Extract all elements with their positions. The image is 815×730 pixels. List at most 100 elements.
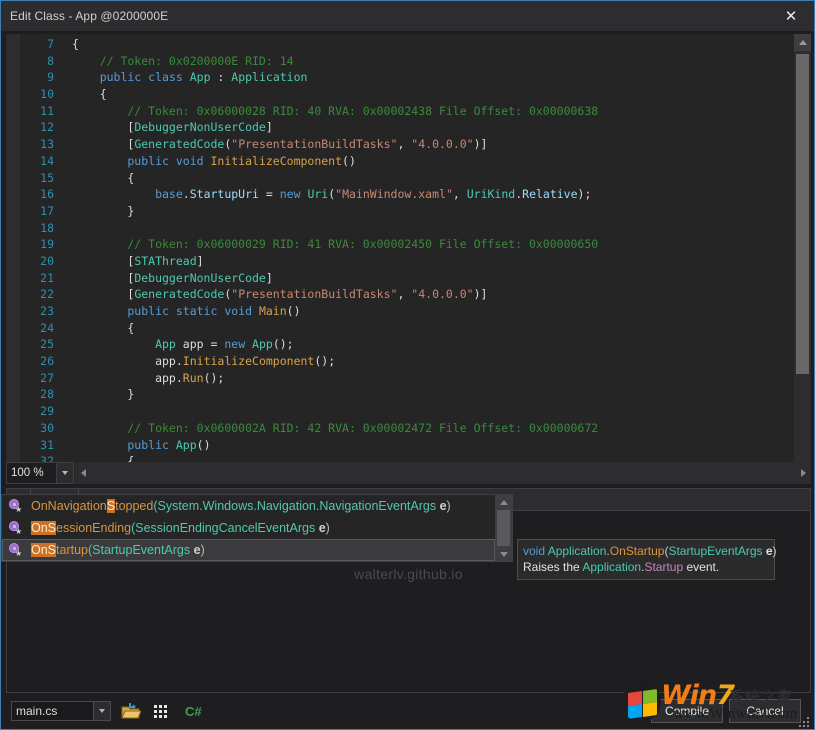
tooltip-param-type: StartupEventArgs [668, 544, 762, 558]
code-token: App [252, 337, 273, 351]
code-surface[interactable]: 7{8 // Token: 0x0200000E RID: 149 public… [20, 34, 794, 462]
code-token: = [259, 187, 280, 201]
code-token: public [72, 154, 176, 168]
cancel-button[interactable]: Cancel [729, 699, 801, 723]
code-token: App [190, 70, 218, 84]
code-token: app [183, 337, 211, 351]
code-token: Main [259, 304, 287, 318]
code-token: } [72, 204, 134, 218]
code-token: "PresentationBuildTasks" [231, 287, 397, 301]
line-number: 13 [20, 136, 54, 153]
intellisense-popup[interactable]: ★ OnNavigationStopped(System.Windows.Navi… [1, 494, 513, 562]
name-match: OnS [31, 521, 56, 535]
code-token: ] [197, 254, 204, 268]
line-number: 12 [20, 119, 54, 136]
scroll-thumb[interactable] [497, 510, 510, 546]
scroll-thumb[interactable] [796, 54, 809, 374]
code-token: InitializeComponent [183, 354, 315, 368]
code-token: // Token: 0x0600002A RID: 42 RVA: 0x0000… [72, 421, 598, 435]
code-line: 24 { [20, 320, 794, 337]
language-label: C# [185, 704, 202, 719]
zoom-level-combo[interactable]: 100 % [6, 462, 74, 484]
code-token: Run [183, 371, 204, 385]
completion-method-name: OnNavigationStopped [31, 499, 153, 513]
code-token: [ [72, 287, 134, 301]
method-icon: ★ [7, 520, 23, 536]
tooltip-owner-type: Application [548, 544, 607, 558]
code-lines: 7{8 // Token: 0x0200000E RID: 149 public… [20, 34, 794, 462]
completion-param-type: (StartupEventArgs [88, 543, 190, 557]
line-number: 31 [20, 437, 54, 454]
close-icon[interactable]: ✕ [768, 1, 814, 31]
name-suffix: tartup [56, 543, 88, 557]
scroll-left-icon[interactable] [75, 462, 91, 484]
completion-list[interactable]: ★ OnNavigationStopped(System.Windows.Navi… [2, 495, 495, 561]
code-token: , [453, 187, 467, 201]
line-number: 32 [20, 453, 54, 462]
completion-item[interactable]: ★OnSessionEnding(SessionEndingCancelEven… [2, 517, 495, 539]
code-token: app [72, 371, 176, 385]
compile-button[interactable]: Compile [651, 699, 723, 723]
line-number: 28 [20, 386, 54, 403]
code-token: public [72, 70, 148, 84]
code-token: . [176, 371, 183, 385]
completion-item-label: OnNavigationStopped(System.Windows.Navig… [31, 499, 451, 513]
code-token: void [176, 154, 211, 168]
grid-icon[interactable] [151, 700, 173, 722]
code-token: )] [474, 287, 488, 301]
code-token: (); [204, 371, 225, 385]
code-editor[interactable]: 7{8 // Token: 0x0200000E RID: 149 public… [6, 34, 811, 462]
line-number: 15 [20, 170, 54, 187]
scroll-right-icon[interactable] [795, 462, 811, 484]
code-token: () [342, 154, 356, 168]
editor-status-bar: 100 % [6, 462, 811, 484]
code-token: [ [72, 271, 134, 285]
code-token: STAThread [134, 254, 196, 268]
tooltip-desc-type: Application [582, 560, 641, 574]
line-number: 24 [20, 320, 54, 337]
scroll-down-icon[interactable] [495, 547, 512, 561]
code-token: () [287, 304, 301, 318]
completion-item[interactable]: ★OnStartup(StartupEventArgs e) [2, 539, 495, 561]
code-token: class [148, 70, 190, 84]
line-number: 9 [20, 69, 54, 86]
code-token: , [397, 137, 411, 151]
code-token: DebuggerNonUserCode [134, 120, 266, 134]
line-number: 17 [20, 203, 54, 220]
line-number: 29 [20, 403, 54, 420]
completion-param-name: e [436, 499, 446, 513]
line-number: 25 [20, 336, 54, 353]
file-name-combo[interactable]: main.cs [11, 701, 111, 721]
code-token: app [72, 354, 176, 368]
code-token: Relative [522, 187, 577, 201]
code-token: public [72, 304, 176, 318]
chevron-down-icon[interactable] [56, 463, 73, 483]
code-line: 29 [20, 403, 794, 420]
tooltip-method-name: OnStartup [610, 544, 665, 558]
line-number: 21 [20, 270, 54, 287]
completion-method-name: OnSessionEnding [31, 521, 131, 535]
name-suffix: essionEnding [56, 521, 131, 535]
code-token: Application [231, 70, 307, 84]
code-token: InitializeComponent [210, 154, 342, 168]
editor-horizontal-scrollbar[interactable] [75, 462, 811, 484]
code-token: . [176, 354, 183, 368]
scroll-up-icon[interactable] [495, 495, 512, 509]
code-token: ] [266, 120, 273, 134]
open-folder-icon[interactable] [120, 700, 142, 722]
code-line: 32 { [20, 453, 794, 462]
completion-item[interactable]: ★OnNavigationStopped(System.Windows.Navi… [2, 495, 495, 517]
scroll-up-icon[interactable] [794, 34, 811, 51]
dialog-buttons: Compile Cancel [645, 699, 801, 723]
editor-vertical-scrollbar[interactable] [794, 34, 811, 462]
resize-grip[interactable] [797, 715, 809, 727]
completion-scrollbar[interactable] [495, 495, 512, 561]
chevron-down-icon[interactable] [93, 702, 110, 720]
code-token: { [72, 321, 134, 335]
line-number: 20 [20, 253, 54, 270]
code-token: : [217, 70, 231, 84]
tooltip-paren-close: ) [773, 544, 777, 558]
code-line: 26 app.InitializeComponent(); [20, 353, 794, 370]
code-line: 14 public void InitializeComponent() [20, 153, 794, 170]
code-token: . [183, 187, 190, 201]
